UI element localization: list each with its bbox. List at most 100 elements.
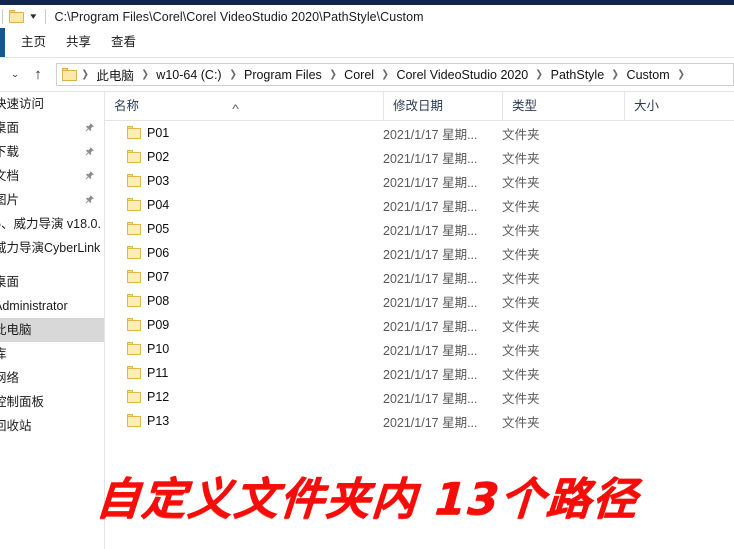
cell-date: 2021/1/17 星期... [383, 199, 478, 214]
breadcrumb[interactable]: ❯ 此电脑 ❯ w10-64 (C:) ❯ Program Files ❯ Co… [56, 63, 734, 86]
table-row[interactable]: P09 2021/1/17 星期... 文件夹 [105, 313, 734, 337]
breadcrumb-item-drive-c[interactable]: w10-64 (C:) [153, 68, 224, 82]
sidebar-item[interactable]: 回收站 [0, 414, 104, 438]
sidebar-item[interactable]: 此电脑 [0, 318, 104, 342]
table-row[interactable]: P04 2021/1/17 星期... 文件夹 [105, 193, 734, 217]
sort-ascending-icon: ˄ [231, 102, 240, 112]
sidebar-item-label: 快速访问 [0, 97, 45, 111]
recent-locations-icon[interactable]: ⌄ [4, 63, 26, 87]
breadcrumb-separator-5: ❯ [535, 69, 544, 80]
folder-icon [127, 270, 141, 283]
breadcrumb-separator-1: ❯ [141, 69, 149, 80]
sidebar-item[interactable]: 5、威力导演 v18.0. [0, 212, 104, 236]
cell-date: 2021/1/17 星期... [383, 223, 478, 238]
tab-home[interactable]: 主页 [11, 28, 56, 57]
tab-share[interactable]: 共享 [56, 28, 101, 57]
cell-date: 2021/1/17 星期... [383, 271, 478, 286]
sidebar-item[interactable]: 图片 [0, 188, 104, 212]
cell-name: P13 [147, 414, 170, 428]
column-header-name-label: 名称 [114, 99, 140, 113]
sidebar-item[interactable]: 快速访问 [0, 92, 104, 116]
up-arrow-icon[interactable]: ↑ [27, 63, 49, 87]
sidebar-item[interactable]: 文档 [0, 164, 104, 188]
cell-type: 文件夹 [502, 367, 540, 382]
sidebar-item[interactable]: 下载 [0, 140, 104, 164]
cell-type: 文件夹 [502, 319, 540, 334]
breadcrumb-item-program-files[interactable]: Program Files [241, 68, 325, 82]
sidebar-item-label: 桌面 [0, 275, 20, 289]
column-header-type-label: 类型 [512, 99, 538, 113]
folder-icon [127, 414, 141, 427]
column-header-name[interactable]: 名称 ˄ [105, 92, 383, 120]
cell-date: 2021/1/17 星期... [383, 343, 478, 358]
cell-type: 文件夹 [502, 391, 540, 406]
chevron-down-icon[interactable]: ▾ [30, 12, 36, 21]
sidebar-item-label: 控制面板 [0, 395, 45, 409]
sidebar-item-label: 威力导演CyberLink [0, 241, 101, 255]
cell-date: 2021/1/17 星期... [383, 415, 478, 430]
file-list-pane: 名称 ˄ 修改日期 类型 大小 P01 2021/1/17 星期... 文件夹 P02… [105, 92, 734, 549]
breadcrumb-separator-0: ❯ [81, 69, 89, 80]
sidebar-item[interactable]: 控制面板 [0, 390, 104, 414]
table-row[interactable]: P01 2021/1/17 星期... 文件夹 [105, 121, 734, 145]
cell-type: 文件夹 [502, 295, 540, 310]
cell-name: P12 [147, 390, 170, 404]
folder-icon [127, 198, 141, 211]
sidebar-item[interactable]: 桌面 [0, 116, 104, 140]
table-row[interactable]: P07 2021/1/17 星期... 文件夹 [105, 265, 734, 289]
cell-name: P09 [147, 318, 170, 332]
table-row[interactable]: P05 2021/1/17 星期... 文件夹 [105, 217, 734, 241]
cell-date: 2021/1/17 星期... [383, 295, 478, 310]
breadcrumb-separator-6: ❯ [611, 69, 620, 80]
pin-icon[interactable] [84, 122, 95, 133]
pin-icon[interactable] [84, 194, 95, 205]
breadcrumb-item-custom[interactable]: Custom [624, 68, 673, 82]
sidebar-item-label: 库 [0, 347, 7, 361]
pin-icon[interactable] [84, 146, 95, 157]
navigation-pane: 快速访问 桌面 下载 文档 图片 5、威力导演 v18.0. 威力导演CyberLink 桌面… [0, 92, 104, 549]
table-row[interactable]: P06 2021/1/17 星期... 文件夹 [105, 241, 734, 265]
column-header-row: 名称 ˄ 修改日期 类型 大小 [105, 92, 734, 121]
ribbon-accent-bar [0, 28, 5, 57]
breadcrumb-item-videostudio[interactable]: Corel VideoStudio 2020 [393, 68, 531, 82]
table-row[interactable]: P03 2021/1/17 星期... 文件夹 [105, 169, 734, 193]
window-title: C:\Program Files\Corel\Corel VideoStudio… [54, 9, 424, 24]
address-folder-icon [62, 68, 77, 81]
table-row[interactable]: P13 2021/1/17 星期... 文件夹 [105, 409, 734, 433]
cell-name: P05 [147, 222, 170, 236]
folder-icon [127, 318, 141, 331]
table-row[interactable]: P11 2021/1/17 星期... 文件夹 [105, 361, 734, 385]
pin-icon[interactable] [84, 170, 95, 181]
cell-date: 2021/1/17 星期... [383, 247, 478, 262]
cell-name: P04 [147, 198, 170, 212]
titlebar-divider-left [2, 9, 3, 24]
folder-icon [127, 174, 141, 187]
cell-type: 文件夹 [502, 247, 540, 262]
column-header-size[interactable]: 大小 [624, 92, 734, 120]
sidebar-item-label: 5、威力导演 v18.0. [0, 217, 101, 231]
sidebar-item[interactable]: 桌面 [0, 270, 104, 294]
column-header-type[interactable]: 类型 [502, 92, 624, 120]
tab-view[interactable]: 查看 [101, 28, 146, 57]
cell-type: 文件夹 [502, 271, 540, 286]
table-row[interactable]: P08 2021/1/17 星期... 文件夹 [105, 289, 734, 313]
table-row[interactable]: P10 2021/1/17 星期... 文件夹 [105, 337, 734, 361]
breadcrumb-item-this-pc[interactable]: 此电脑 [93, 65, 137, 84]
address-bar: ⌄ ↑ ❯ 此电脑 ❯ w10-64 (C:) ❯ Program Files … [0, 58, 734, 91]
folder-icon [127, 366, 141, 379]
breadcrumb-item-pathstyle[interactable]: PathStyle [548, 68, 608, 82]
sidebar-item[interactable]: 网络 [0, 366, 104, 390]
breadcrumb-separator-7[interactable]: ❯ [673, 69, 688, 80]
table-row[interactable]: P12 2021/1/17 星期... 文件夹 [105, 385, 734, 409]
sidebar-item[interactable]: Administrator [0, 294, 104, 318]
sidebar-item[interactable]: 库 [0, 342, 104, 366]
cell-name: P10 [147, 342, 170, 356]
folder-icon [127, 390, 141, 403]
breadcrumb-separator-4: ❯ [381, 69, 390, 80]
titlebar-divider-right [44, 9, 46, 24]
breadcrumb-item-corel[interactable]: Corel [341, 68, 377, 82]
cell-type: 文件夹 [502, 415, 540, 430]
table-row[interactable]: P02 2021/1/17 星期... 文件夹 [105, 145, 734, 169]
column-header-date[interactable]: 修改日期 [383, 92, 502, 120]
sidebar-item[interactable]: 威力导演CyberLink [0, 236, 104, 260]
